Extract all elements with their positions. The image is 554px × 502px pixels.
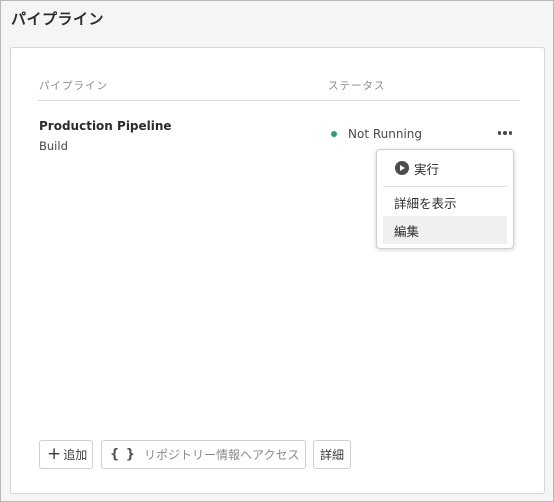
play-icon	[395, 161, 409, 175]
add-button-label: 追加	[63, 448, 88, 462]
braces-icon: { }	[110, 447, 137, 462]
menu-item-run-label: 実行	[414, 161, 440, 177]
pipeline-card: パイプライン ステータス Production Pipeline Build N…	[10, 47, 545, 494]
ellipsis-icon	[508, 131, 513, 135]
details-button[interactable]: 詳細	[313, 440, 351, 469]
ellipsis-icon	[497, 131, 502, 135]
pipeline-panel: パイプライン パイプライン ステータス Production Pipeline …	[0, 0, 554, 502]
menu-item-edit-label: 編集	[394, 223, 420, 239]
menu-divider	[383, 186, 507, 187]
status-text: Not Running	[348, 127, 423, 141]
header-divider	[38, 100, 520, 101]
menu-item-run[interactable]: 実行	[383, 154, 507, 182]
menu-item-view-details[interactable]: 詳細を表示	[383, 188, 507, 216]
menu-item-edit[interactable]: 編集	[383, 216, 507, 244]
status-indicator-icon	[331, 131, 337, 137]
more-actions-button[interactable]	[494, 125, 516, 141]
ellipsis-icon	[503, 131, 507, 135]
plus-icon: +	[47, 444, 62, 464]
pipeline-name[interactable]: Production Pipeline	[39, 119, 172, 133]
menu-item-view-details-label: 詳細を表示	[394, 195, 457, 211]
column-header-pipeline: パイプライン	[39, 80, 108, 92]
actions-menu: 実行 詳細を表示 編集	[376, 149, 514, 249]
column-header-status: ステータス	[328, 80, 386, 92]
page-title: パイプライン	[11, 10, 105, 28]
details-button-label: 詳細	[320, 448, 345, 462]
add-button[interactable]: + 追加	[39, 440, 93, 469]
pipeline-type: Build	[39, 139, 68, 153]
repository-info-label: リポジトリー情報へアクセス	[144, 448, 300, 462]
repository-info-button[interactable]: { } リポジトリー情報へアクセス	[101, 440, 306, 469]
